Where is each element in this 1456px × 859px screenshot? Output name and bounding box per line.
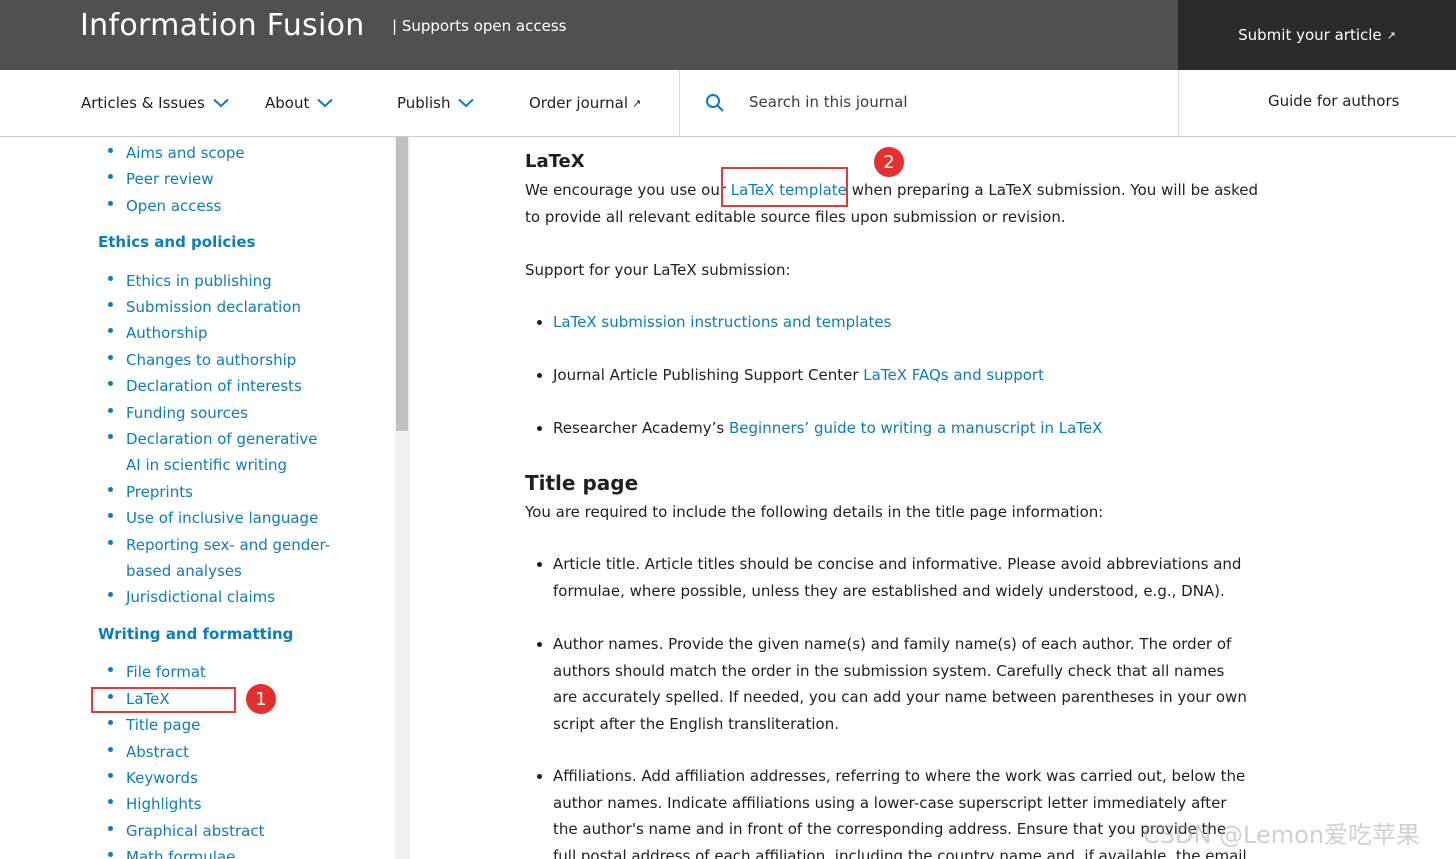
- bullet-dot: [108, 434, 113, 439]
- bullet-dot: [108, 302, 113, 307]
- latex-instructions-link[interactable]: LaTeX submission instructions and templa…: [553, 313, 891, 331]
- annotation-box-latex-nav: [91, 687, 236, 713]
- nav-label: Order journal: [529, 94, 629, 112]
- bullet-dot: [108, 513, 113, 518]
- section-heading-title-page: Title page: [525, 471, 639, 495]
- title-page-intro: You are required to include the followin…: [525, 503, 1104, 521]
- nav-about[interactable]: About: [265, 94, 334, 112]
- beginners-guide-link[interactable]: Beginners’ guide to writing a manuscript…: [729, 419, 1102, 437]
- bullet-dot: [108, 148, 113, 153]
- bullet-dot: [108, 773, 113, 778]
- submit-article-button[interactable]: Submit your article ↗: [1178, 0, 1456, 70]
- nav-label: Publish: [397, 94, 451, 112]
- nav-divider: [679, 70, 680, 136]
- nav-articles-issues[interactable]: Articles & Issues: [81, 94, 229, 112]
- open-access-tagline: | Supports open access: [392, 17, 567, 35]
- annotation-badge-2: 2: [874, 147, 904, 177]
- nav-publish[interactable]: Publish: [397, 94, 475, 112]
- sidebar-scrollbar-thumb[interactable]: [396, 137, 408, 431]
- journal-title[interactable]: Information Fusion: [80, 8, 365, 43]
- bullet-dot: [108, 408, 113, 413]
- bullet-dot: [108, 355, 113, 360]
- bullet-dot: [108, 328, 113, 333]
- top-banner: Information Fusion | Supports open acces…: [0, 0, 1456, 70]
- arrow-up-right-icon: ↗: [1386, 28, 1396, 42]
- latex-faqs-link[interactable]: LaTeX FAQs and support: [863, 366, 1044, 384]
- guide-content: LaTeX We encourage you use our LaTeX tem…: [525, 137, 1285, 859]
- chevron-down-icon: [458, 98, 475, 108]
- submit-label: Submit your article: [1238, 26, 1382, 44]
- guide-for-authors-link[interactable]: Guide for authors: [1268, 92, 1399, 110]
- nav-order-journal[interactable]: Order journal ↗: [529, 94, 641, 112]
- nav-label: About: [265, 94, 310, 112]
- nav-label: Articles & Issues: [81, 94, 205, 112]
- bullet-dot: [537, 562, 542, 567]
- bullet-dot: [108, 381, 113, 386]
- watermark: CSDN @Lemon爱吃苹果: [1143, 821, 1421, 849]
- sidebar-heading-ethics[interactable]: Ethics and policies: [98, 233, 256, 251]
- bullet-dot: [108, 826, 113, 831]
- arrow-up-right-icon: ↗: [632, 96, 642, 110]
- nav-divider: [1178, 70, 1179, 136]
- chevron-down-icon: [213, 98, 229, 108]
- search-icon[interactable]: [705, 93, 725, 113]
- bullet-dot: [537, 774, 542, 779]
- bullet-dot: [108, 276, 113, 281]
- bullet-dot: [108, 540, 113, 545]
- bullet-dot: [108, 667, 113, 672]
- bullet-dot: [108, 201, 113, 206]
- latex-support-intro: Support for your LaTeX submission:: [525, 261, 791, 279]
- bullet-dot: [537, 320, 542, 325]
- journal-search-input[interactable]: [740, 84, 1160, 120]
- bullet-dot: [537, 426, 542, 431]
- chevron-down-icon: [317, 98, 334, 108]
- annotation-box-latex-template: [721, 167, 848, 207]
- bullet-dot: [108, 174, 113, 179]
- guide-sidebar: Aims and scope Peer review Open access E…: [0, 137, 410, 859]
- bullet-dot: [537, 373, 542, 378]
- section-heading-latex: LaTeX: [525, 151, 585, 172]
- latex-paragraph: We encourage you use our LaTeX template …: [525, 181, 1259, 226]
- bullet-dot: [108, 799, 113, 804]
- sidebar-heading-writing[interactable]: Writing and formatting: [98, 625, 293, 643]
- bullet-dot: [108, 592, 113, 597]
- bullet-dot: [108, 487, 113, 492]
- bullet-dot: [108, 852, 113, 857]
- bullet-dot: [108, 747, 113, 752]
- main-nav: Articles & Issues About Publish Order jo…: [0, 70, 1456, 137]
- bullet-dot: [108, 720, 113, 725]
- annotation-badge-1: 1: [246, 684, 276, 714]
- bullet-dot: [537, 642, 542, 647]
